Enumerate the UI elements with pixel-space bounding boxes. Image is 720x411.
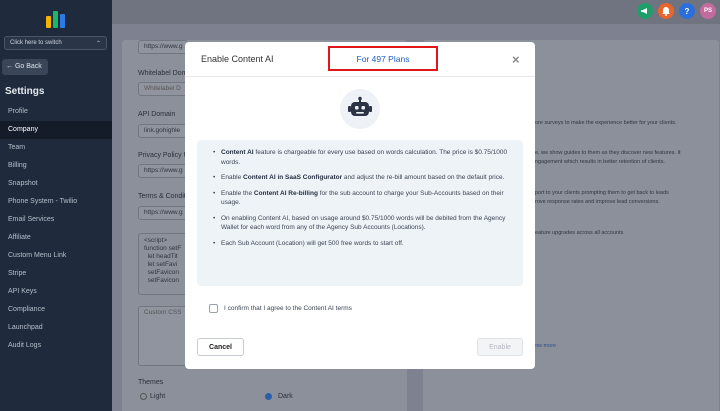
- terms-consent-label[interactable]: I confirm that I agree to the Content AI…: [224, 305, 352, 312]
- privacy-policy-field[interactable]: https://www.g: [138, 164, 188, 178]
- sidebar-item-audit-logs[interactable]: Audit Logs: [0, 337, 112, 355]
- settings-title: Settings: [5, 86, 45, 97]
- whitelabel-field[interactable]: Whitelabel D: [138, 82, 188, 96]
- modal-header: Enable Content AI For 497 Plans ×: [185, 42, 535, 77]
- sidebar-item-api-keys[interactable]: API Keys: [0, 283, 112, 301]
- info-bullet: Content AI feature is chargeable for eve…: [209, 148, 515, 167]
- info-bullet: On enabling Content AI, based on usage a…: [209, 214, 515, 233]
- feature-description: rove response rates and improve lead con…: [535, 199, 660, 205]
- help-icon[interactable]: ?: [679, 3, 695, 19]
- custom-css-textarea[interactable]: Custom CSS: [138, 306, 188, 366]
- sidebar-item-launchpad[interactable]: Launchpad: [0, 319, 112, 337]
- themes-label: Themes: [138, 379, 164, 386]
- sidebar-item-profile[interactable]: Profile: [0, 103, 112, 121]
- logo-icon[interactable]: [44, 8, 68, 28]
- whitelabel-label: Whitelabel Dom: [138, 70, 188, 77]
- terms-checkbox[interactable]: [209, 304, 218, 313]
- sidebar-item-compliance[interactable]: Compliance: [0, 301, 112, 319]
- account-switcher[interactable]: Click here to switch ⌃: [4, 36, 107, 50]
- url-field[interactable]: https://www.g: [138, 40, 188, 54]
- close-icon[interactable]: ×: [512, 53, 520, 67]
- feature-description: e, we show guides to them as they discov…: [535, 150, 681, 156]
- privacy-policy-label: Privacy Policy U: [138, 152, 189, 159]
- sidebar-item-email-services[interactable]: Email Services: [0, 211, 112, 229]
- sidebar-item-affiliate[interactable]: Affiliate: [0, 229, 112, 247]
- chevron-updown-icon: ⌃: [95, 40, 101, 47]
- sidebar-item-team[interactable]: Team: [0, 139, 112, 157]
- theme-dark-label: Dark: [278, 393, 293, 400]
- settings-nav: Profile Company Team Billing Snapshot Ph…: [0, 103, 112, 355]
- feature-description: port to your clients prompting them to g…: [535, 190, 669, 196]
- sidebar-item-stripe[interactable]: Stripe: [0, 265, 112, 283]
- sidebar-item-snapshot[interactable]: Snapshot: [0, 175, 112, 193]
- enable-button[interactable]: Enable: [477, 338, 523, 356]
- theme-dark-radio[interactable]: [265, 393, 272, 400]
- sidebar-item-billing[interactable]: Billing: [0, 157, 112, 175]
- robot-icon: [340, 89, 380, 129]
- terms-label: Terms & Conditi: [138, 193, 188, 200]
- bell-icon[interactable]: [658, 3, 674, 19]
- theme-light-radio[interactable]: [140, 393, 147, 400]
- api-domain-label: API Domain: [138, 111, 176, 118]
- account-switcher-label: Click here to switch: [10, 40, 62, 46]
- cancel-button[interactable]: Cancel: [197, 338, 244, 356]
- feature-description: eature upgrades across all accounts: [535, 230, 624, 236]
- sidebar-item-company[interactable]: Company: [0, 121, 112, 139]
- enable-content-ai-modal: Enable Content AI For 497 Plans × Conten…: [185, 42, 535, 369]
- terms-consent: I confirm that I agree to the Content AI…: [209, 304, 352, 313]
- go-back-button[interactable]: ← Go Back: [2, 59, 48, 75]
- content-ai-info: Content AI feature is chargeable for eve…: [197, 140, 523, 286]
- terms-field[interactable]: https://www.g: [138, 206, 188, 220]
- megaphone-icon[interactable]: [637, 3, 653, 19]
- api-domain-field[interactable]: link.gohighle: [138, 124, 188, 138]
- modal-title: Enable Content AI: [201, 54, 274, 64]
- top-bar: ? PS: [112, 0, 720, 24]
- show-more-link[interactable]: ow more: [535, 343, 556, 349]
- info-bullet: Each Sub Account (Location) will get 500…: [209, 239, 515, 249]
- theme-light-label: Light: [150, 393, 166, 400]
- feature-description: ore surveys to make the experience bette…: [535, 120, 677, 126]
- plans-highlight: For 497 Plans: [328, 46, 438, 71]
- avatar[interactable]: PS: [700, 3, 716, 19]
- feature-description: ngagement which results in better retent…: [535, 159, 665, 165]
- custom-script-textarea[interactable]: <script> function setF let headTit let s…: [138, 233, 188, 295]
- sidebar-item-phone-system[interactable]: Phone System - Twilio: [0, 193, 112, 211]
- plans-label: For 497 Plans: [356, 53, 410, 64]
- sidebar: Click here to switch ⌃ ← Go Back Setting…: [0, 0, 112, 411]
- info-bullet: Enable Content AI in SaaS Configurator a…: [209, 173, 515, 183]
- info-bullet: Enable the Content AI Re-billing for the…: [209, 189, 515, 208]
- sidebar-item-custom-menu-link[interactable]: Custom Menu Link: [0, 247, 112, 265]
